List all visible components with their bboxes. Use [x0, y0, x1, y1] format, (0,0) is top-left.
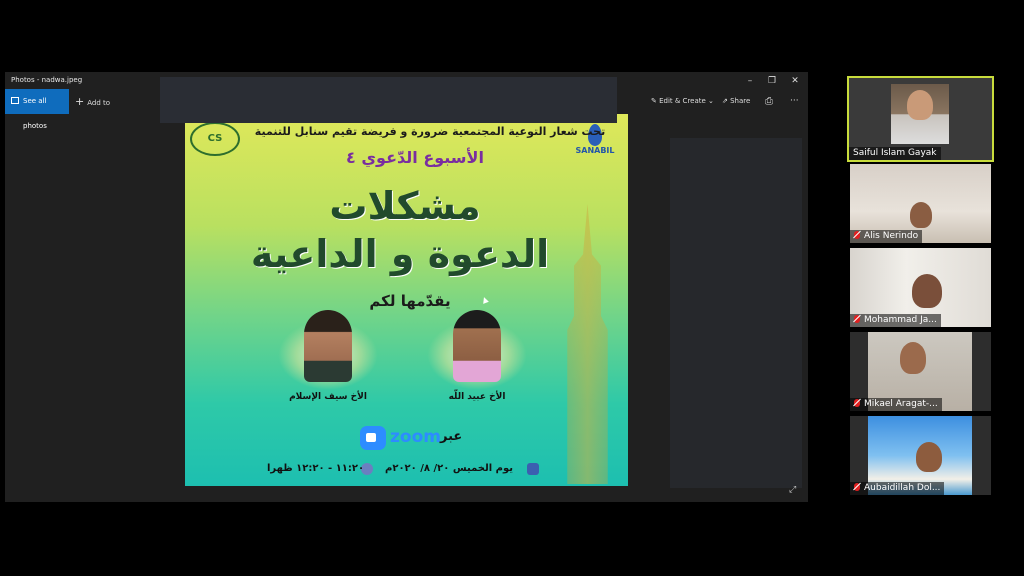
- zoom-camera-icon: [360, 426, 386, 450]
- participant-name: Alis Nerindo: [850, 230, 923, 243]
- participant-name: Mohammad Ja...: [850, 314, 941, 327]
- add-to-button[interactable]: + Add to: [75, 89, 110, 114]
- cs-logo: CS: [190, 122, 240, 156]
- participant-face: [900, 342, 926, 374]
- image-side-panel: [670, 138, 802, 488]
- speaker-1: الأخ سيف الإسلام: [278, 310, 378, 410]
- share-button[interactable]: ⇗ Share: [722, 89, 750, 114]
- close-button[interactable]: ✕: [783, 74, 807, 88]
- chevron-down-icon: ⌄: [705, 97, 714, 105]
- poster-date: يوم الخميس ٢٠/ ٨/ ٢٠٢٠م: [385, 463, 514, 474]
- participant-name-text: Alis Nerindo: [864, 231, 919, 241]
- mouse-cursor-icon: [481, 296, 489, 304]
- edit-create-button[interactable]: ✎ Edit & Create ⌄: [651, 89, 714, 114]
- participant-name-text: Mohammad Ja...: [864, 315, 937, 325]
- mic-muted-icon: [854, 399, 860, 407]
- participant-name-text: Saiful Islam Gayak: [853, 148, 937, 158]
- participant-name-text: Aubaidillah Dol...: [864, 483, 941, 493]
- maximize-button[interactable]: ❐: [760, 74, 784, 88]
- print-button[interactable]: ⎙: [765, 89, 773, 114]
- add-to-label: Add to: [87, 99, 111, 107]
- sanabil-logo-text: SANABIL: [575, 146, 615, 155]
- speaker-2: الأخ عبيد اللّه: [427, 310, 527, 410]
- participant-face: [907, 90, 933, 120]
- window-title: Photos - nadwa.jpeg: [11, 76, 83, 84]
- edit-icon: ✎: [651, 97, 660, 105]
- more-button[interactable]: ···: [790, 89, 799, 114]
- poster-presented-by: يقدّمها لكم: [369, 292, 451, 310]
- participant-tile[interactable]: Mikael Aragat-...: [850, 332, 991, 411]
- participant-face: [910, 202, 932, 228]
- share-label: Share: [730, 97, 751, 105]
- minaret-graphic: [567, 204, 608, 484]
- speaker-2-name: الأخ عبيد اللّه: [448, 392, 506, 402]
- poster-via: عبر: [440, 429, 463, 444]
- plus-icon: +: [75, 95, 85, 108]
- minimize-button[interactable]: –: [738, 74, 762, 88]
- participant-name-text: Mikael Aragat-...: [864, 399, 938, 409]
- share-icon: ⇗: [722, 97, 731, 105]
- mic-muted-icon: [854, 231, 860, 239]
- poster-week: الأسبوع الدّعوي ٤: [346, 148, 484, 167]
- see-all-photos-label: See all photos: [23, 97, 47, 130]
- redacted-overlay: [160, 77, 617, 123]
- mic-muted-icon: [854, 315, 860, 323]
- speaker-1-name: الأخ سيف الإسلام: [289, 392, 367, 402]
- participant-face: [912, 274, 942, 308]
- participant-face: [916, 442, 942, 472]
- poster-title-line1: مشكلات: [329, 184, 481, 228]
- participant-name: Aubaidillah Dol...: [850, 482, 945, 495]
- participant-name: Saiful Islam Gayak: [849, 147, 941, 160]
- participant-tile[interactable]: Mohammad Ja...: [850, 248, 991, 327]
- participant-name: Mikael Aragat-...: [850, 398, 942, 411]
- poster-title-line2: الدعوة و الداعية: [250, 232, 550, 276]
- mic-muted-icon: [854, 483, 860, 491]
- poster-tagline: تحت شعار التوعية المجتمعية ضرورة و فريضة…: [254, 125, 606, 138]
- speaker-1-photo: [304, 310, 352, 382]
- poster-image: CS SANABIL تحت شعار التوعية المجتمعية ضر…: [185, 114, 628, 486]
- poster-time: ١١:٢٠ - ١٢:٢٠ ظهرا: [267, 463, 365, 474]
- zoom-wordmark: zoom: [390, 427, 441, 447]
- calendar-icon: [527, 463, 539, 475]
- participant-tile[interactable]: Alis Nerindo: [850, 164, 991, 243]
- see-all-photos-button[interactable]: See all photos: [5, 89, 69, 130]
- zoom-logo: zoom: [360, 426, 441, 450]
- expand-icon[interactable]: ⤢: [789, 485, 796, 495]
- edit-create-label: Edit & Create: [659, 97, 706, 105]
- participant-tile[interactable]: Saiful Islam Gayak: [847, 76, 994, 162]
- photos-icon: [11, 97, 19, 104]
- speaker-2-photo: [453, 310, 501, 382]
- participant-tile[interactable]: Aubaidillah Dol...: [850, 416, 991, 495]
